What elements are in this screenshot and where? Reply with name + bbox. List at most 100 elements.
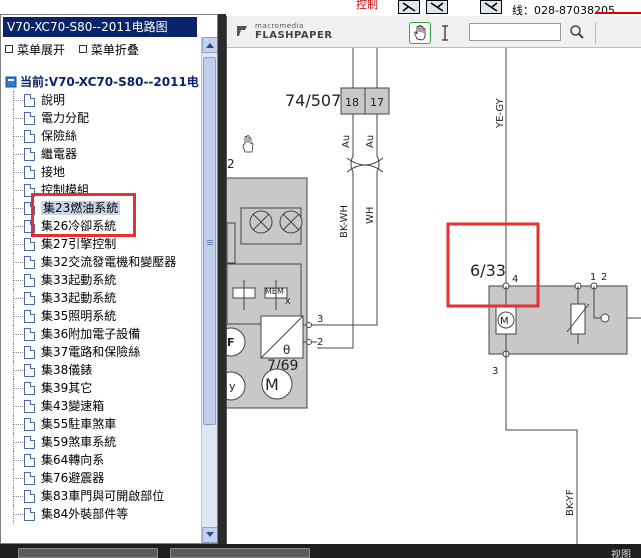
highlight-annotation [31, 193, 136, 237]
brand-main-text: FLASHPAPER [255, 30, 333, 41]
flashpaper-viewer: macromedia FLASHPAPER MEM X 2 θ 7/69 F y… [226, 16, 641, 544]
tree-item[interactable]: 集83車門與可開啟部位 [1, 487, 201, 505]
search-input[interactable] [469, 23, 561, 41]
current-node-label: 当前:V70-XC70-S80--2011电 [20, 75, 199, 89]
wire-bk-wh: BK-WH [339, 205, 350, 238]
flashpaper-logo-icon [237, 26, 247, 36]
tree-item[interactable]: 集38儀錶 [1, 361, 201, 379]
y-label: y [229, 380, 236, 393]
text-select-tool-button[interactable] [439, 24, 451, 42]
tree-item[interactable]: 集59煞車系統 [1, 433, 201, 451]
tree-list: 說明 電力分配 保險絲 繼電器 接地 控制模組 集23燃油系統 集26冷卻系統 集27引擎控制集… [1, 91, 201, 523]
tree-item-label: 集84外裝部件等 [41, 507, 129, 521]
document-icon [24, 490, 35, 503]
toolbar-separator [595, 22, 596, 44]
tree-item[interactable]: 電力分配 [1, 109, 201, 127]
top-strip: 控制 线：028-87038205 [226, 0, 641, 16]
document-icon [24, 112, 35, 125]
tree-line [13, 226, 23, 227]
collapse-menu-label: 菜单折叠 [90, 43, 139, 57]
hand-cursor-icon [242, 135, 254, 153]
document-icon [24, 364, 35, 377]
expand-menu-button[interactable]: 菜单展开 [5, 43, 65, 57]
document-icon [24, 148, 35, 161]
hand-tool-button[interactable] [409, 22, 431, 44]
tree-line [13, 190, 23, 191]
document-icon [24, 454, 35, 467]
tree-line [13, 478, 23, 479]
top-strip-button-3[interactable] [480, 0, 502, 14]
hand-icon [414, 25, 426, 41]
tree-item[interactable]: 集33起動系統 [1, 271, 201, 289]
current-node[interactable]: 当前:V70-XC70-S80--2011电 [5, 73, 199, 89]
tree-item[interactable]: 保險絲 [1, 127, 201, 145]
tree-item-label: 集76避震器 [41, 471, 105, 485]
panel-splitter[interactable] [218, 14, 226, 544]
tree-item[interactable]: 集76避震器 [1, 469, 201, 487]
document-icon [24, 382, 35, 395]
theta-label: θ [283, 343, 290, 357]
collapse-square-icon [78, 45, 87, 53]
tree-item[interactable]: 集35照明系統 [1, 307, 201, 325]
expand-menu-label: 菜单展开 [17, 43, 66, 57]
tree-line [13, 280, 23, 281]
scroll-down-button[interactable] [202, 527, 217, 543]
tree-item[interactable]: 集32交流發電機和變壓器 [1, 253, 201, 271]
text-cursor-icon [442, 25, 448, 41]
document-icon [24, 346, 35, 359]
tree-line [13, 370, 23, 371]
connector-label: 74/507 [285, 91, 341, 110]
tree-item[interactable]: 繼電器 [1, 145, 201, 163]
mx-label: M [265, 375, 279, 394]
tree-item-label: 集33起動系統 [41, 273, 117, 287]
taskbar-view-label[interactable]: 视图 [611, 546, 631, 558]
tree-line [13, 424, 23, 425]
collapse-menu-button[interactable]: 菜单折叠 [78, 43, 139, 57]
tree-item-label: 電力分配 [41, 111, 90, 125]
scroll-grip-line [207, 242, 213, 243]
wire-bk-yf: BK-YF [565, 489, 576, 516]
sidebar-scrollbar[interactable] [201, 37, 217, 543]
scroll-thumb[interactable] [203, 57, 216, 425]
tree-item[interactable]: 集84外裝部件等 [1, 505, 201, 523]
tree-line [13, 460, 23, 461]
search-icon[interactable] [569, 24, 585, 40]
tree-item[interactable]: 接地 [1, 163, 201, 181]
tree-item-label: 保險絲 [41, 129, 78, 143]
tree-item[interactable]: 集55駐車煞車 [1, 415, 201, 433]
tree-line [13, 334, 23, 335]
tree-item-label: 說明 [41, 93, 66, 107]
book-icon [5, 76, 17, 88]
tree-item[interactable]: 集64轉向系 [1, 451, 201, 469]
scroll-grip-line [207, 244, 213, 245]
tree-line [13, 298, 23, 299]
tree-item[interactable]: 集33起動系統 [1, 289, 201, 307]
tree-line [13, 172, 23, 173]
tree-item[interactable]: 集36附加電子設備 [1, 325, 201, 343]
taskbar-button-2[interactable] [170, 548, 310, 558]
top-strip-button-2[interactable] [426, 0, 448, 14]
bottom-taskbar: 视图 [0, 544, 641, 558]
taskbar-button-1[interactable] [18, 548, 158, 558]
tree-line [13, 100, 23, 101]
tree-item[interactable]: 說明 [1, 91, 201, 109]
tree-item[interactable]: 集37電路和保險絲 [1, 343, 201, 361]
tree-item-label: 集37電路和保險絲 [41, 345, 141, 359]
top-strip-button-1[interactable] [398, 0, 420, 14]
mem-x-label: X [285, 297, 291, 306]
tree-item-label: 集33起動系統 [41, 291, 117, 305]
tree-line [13, 208, 23, 209]
tree-item-label: 集43變速箱 [41, 399, 105, 413]
scroll-up-button[interactable] [202, 37, 217, 53]
tree-item-label: 集36附加電子設備 [41, 327, 141, 341]
wire-au-1: Au [341, 135, 352, 148]
tree-item[interactable]: 集43變速箱 [1, 397, 201, 415]
pin1-label: 1 [590, 272, 596, 283]
document-icon [24, 256, 35, 269]
tree-item[interactable]: 集39其它 [1, 379, 201, 397]
tree-item[interactable]: 集27引擎控制 [1, 235, 201, 253]
top-strip-text: 控制 [356, 0, 378, 11]
tree-item-label: 集59煞車系統 [41, 435, 117, 449]
tree-line [13, 442, 23, 443]
float-icon [600, 313, 610, 323]
